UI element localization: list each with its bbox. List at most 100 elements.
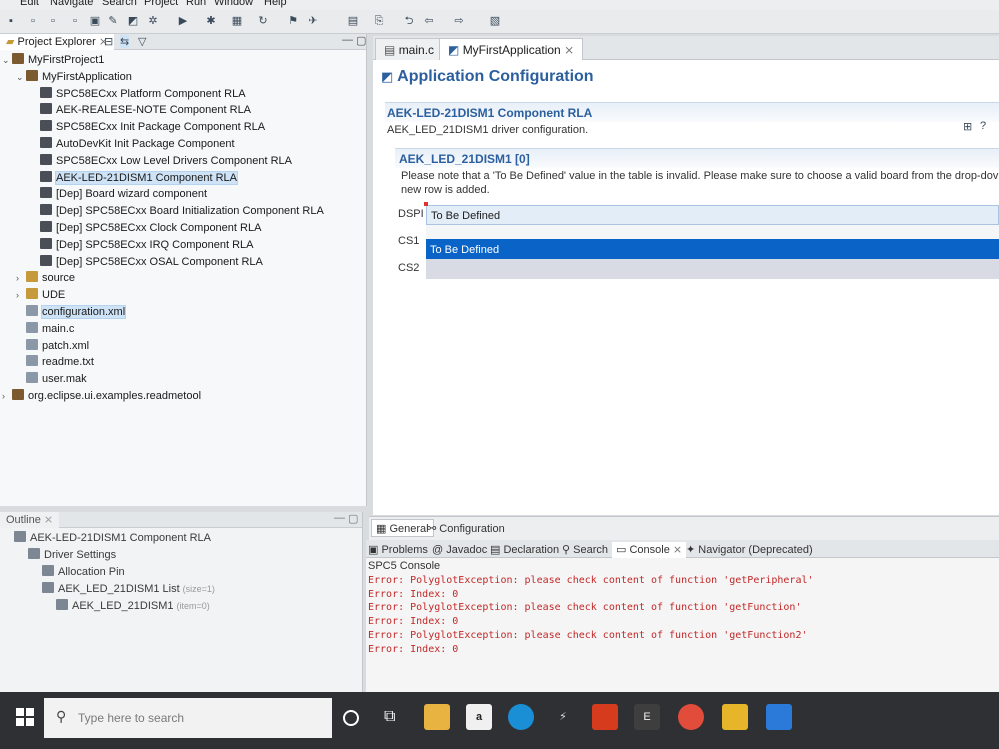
tab-navigator[interactable]: ✦ Navigator (Deprecated) (686, 542, 813, 558)
tree-item[interactable]: AEK-LED-21DISM1 Component RLA (4, 530, 211, 546)
tree-item[interactable]: AEK-LED-21DISM1 Component RLA (30, 170, 238, 186)
chevron-down-icon[interactable]: ⌄ (16, 69, 26, 85)
new-icon[interactable]: ▪ (4, 14, 18, 28)
refresh-icon[interactable]: ↻ (256, 14, 270, 28)
tab-project-explorer[interactable]: ▰ Project Explorer ⨯ (0, 34, 115, 50)
pin-icon[interactable]: ✈ (306, 14, 320, 28)
wand-icon[interactable]: ✎ (106, 14, 120, 28)
tree-item[interactable]: ⌄ MyFirstApplication (16, 69, 132, 85)
tasks-icon[interactable]: ⎘ (372, 14, 386, 28)
edge-beta-icon[interactable]: E (634, 704, 660, 730)
maximize-icon[interactable]: ▢ (348, 512, 358, 525)
link-editor-icon[interactable]: ⇆ (120, 35, 130, 48)
menu-project[interactable]: Project (144, 0, 178, 8)
minimize-icon[interactable]: — (342, 34, 353, 46)
help-icon[interactable]: ? (980, 120, 986, 132)
tab-javadoc[interactable]: @ Javadoc (432, 542, 487, 558)
tab-outline[interactable]: Outline ⨯ (0, 512, 60, 528)
tree-item[interactable]: SPC58ECxx Platform Component RLA (30, 86, 246, 102)
tree-item[interactable]: SPC58ECxx Init Package Component RLA (30, 119, 265, 135)
tab-myfirstapplication[interactable]: ◩ MyFirstApplication ⨯ (439, 38, 584, 60)
close-icon[interactable]: ⨯ (673, 544, 682, 556)
chevron-down-icon[interactable]: ⌄ (2, 52, 12, 68)
tree-item[interactable]: SPC58ECxx Low Level Drivers Component RL… (30, 153, 292, 169)
tree-item[interactable]: AEK-REALESE-NOTE Component RLA (30, 102, 251, 118)
edge-icon[interactable] (508, 704, 534, 730)
menu-navigate[interactable]: Navigate (50, 0, 93, 8)
menu-window[interactable]: Window (214, 0, 253, 8)
tree-item[interactable]: Driver Settings (18, 547, 116, 563)
amazon-icon[interactable]: a (466, 704, 492, 730)
collapse-all-icon[interactable]: ⊟ (104, 35, 113, 48)
menu-search[interactable]: Search (102, 0, 137, 8)
menu-edit[interactable]: Edit (20, 0, 39, 8)
console-icon[interactable]: ▤ (346, 14, 360, 28)
tree-item[interactable]: › org.eclipse.ui.examples.readmetool (2, 388, 201, 404)
section-toolbar-icon[interactable]: ⊞ (963, 120, 972, 133)
task-view-icon[interactable]: ⧉ (384, 708, 395, 726)
run-icon[interactable]: ▶ (176, 14, 190, 28)
filter-icon[interactable]: ▽ (138, 35, 146, 48)
chrome-icon[interactable] (678, 704, 704, 730)
tool-icon[interactable]: ⚑ (286, 14, 300, 28)
tree-item[interactable]: patch.xml (16, 338, 89, 354)
component-section-header[interactable]: AEK-LED-21DISM1 Component RLA (385, 102, 999, 122)
tree-item[interactable]: › UDE (16, 287, 65, 303)
generate-icon[interactable]: ▦ (230, 14, 244, 28)
tab-configuration[interactable]: ⚯ Configuration (427, 521, 505, 537)
tree-item[interactable]: AutoDevKit Init Package Component (30, 136, 235, 152)
chevron-right-icon[interactable]: › (16, 270, 26, 286)
close-icon[interactable]: ⨯ (564, 43, 574, 57)
cortana-icon[interactable] (343, 710, 359, 726)
tree-item[interactable]: user.mak (16, 371, 87, 387)
tree-item[interactable]: [Dep] Board wizard component (30, 186, 207, 202)
tree-item[interactable]: › source (16, 270, 75, 286)
tree-item[interactable]: ⌄ MyFirstProject1 (2, 52, 104, 68)
tree-item[interactable]: Allocation Pin (32, 564, 125, 580)
chevron-right-icon[interactable]: › (16, 287, 26, 303)
tab-problems[interactable]: ▣ Problems (368, 542, 428, 558)
tree-item[interactable]: [Dep] SPC58ECxx Board Initialization Com… (30, 203, 324, 219)
tree-item[interactable]: [Dep] SPC58ECxx OSAL Component RLA (30, 254, 263, 270)
terminal-icon[interactable]: ▣ (88, 14, 102, 28)
menu-run[interactable]: Run (186, 0, 206, 8)
forward-icon[interactable]: ⇨ (452, 14, 466, 28)
dropdown-option-to-be-defined[interactable]: To Be Defined (426, 239, 999, 261)
tree-item[interactable]: readme.txt (16, 354, 94, 370)
tree-item[interactable]: configuration.xml (16, 304, 127, 320)
dspi-select[interactable]: To Be Defined (426, 205, 999, 225)
save-icon[interactable]: ▫ (26, 14, 40, 28)
tree-item[interactable]: AEK_LED_21DISM1 (item=0) (46, 598, 210, 614)
prev-edit-icon[interactable]: ⮌ (402, 14, 416, 28)
tree-item[interactable]: [Dep] SPC58ECxx IRQ Component RLA (30, 237, 253, 253)
chevron-right-icon[interactable]: › (2, 388, 12, 404)
tab-console[interactable]: ▭ Console ⨯ (612, 542, 687, 558)
office-icon[interactable] (592, 704, 618, 730)
close-icon[interactable]: ⨯ (44, 514, 53, 526)
menu-help[interactable]: Help (264, 0, 287, 8)
tab-main-c[interactable]: ▤ main.c (375, 38, 444, 60)
minimize-icon[interactable]: — (334, 512, 345, 524)
save-all-icon[interactable]: ▫ (46, 14, 60, 28)
taskbar-search[interactable]: ⚲ Type here to search (44, 698, 332, 738)
print-icon[interactable]: ▫ (68, 14, 82, 28)
windows-start-icon[interactable] (16, 708, 34, 726)
maximize-icon[interactable]: ▢ (356, 34, 366, 47)
open-perspective-icon[interactable]: ▧ (488, 14, 502, 28)
tab-declaration[interactable]: ▤ Declaration (490, 542, 559, 558)
cs2-select[interactable] (426, 259, 999, 279)
file-explorer-icon[interactable] (424, 704, 450, 730)
item-section-header[interactable]: AEK_LED_21DISM1 [0] (395, 148, 999, 168)
tab-general[interactable]: ▦ General (371, 519, 434, 537)
mail-icon[interactable] (766, 704, 792, 730)
app-config-icon[interactable]: ◩ (126, 14, 140, 28)
tree-item[interactable]: [Dep] SPC58ECxx Clock Component RLA (30, 220, 261, 236)
vs-code-icon[interactable]: ⚡ (550, 704, 576, 730)
tree-item[interactable]: AEK_LED_21DISM1 List (size=1) (32, 581, 215, 597)
notes-icon[interactable] (722, 704, 748, 730)
debug-icon[interactable]: ✱ (204, 14, 218, 28)
gear-icon[interactable]: ✲ (146, 14, 160, 28)
tree-item[interactable]: main.c (16, 321, 74, 337)
tab-search[interactable]: ⚲ Search (562, 542, 608, 558)
back-icon[interactable]: ⇦ (422, 14, 436, 28)
